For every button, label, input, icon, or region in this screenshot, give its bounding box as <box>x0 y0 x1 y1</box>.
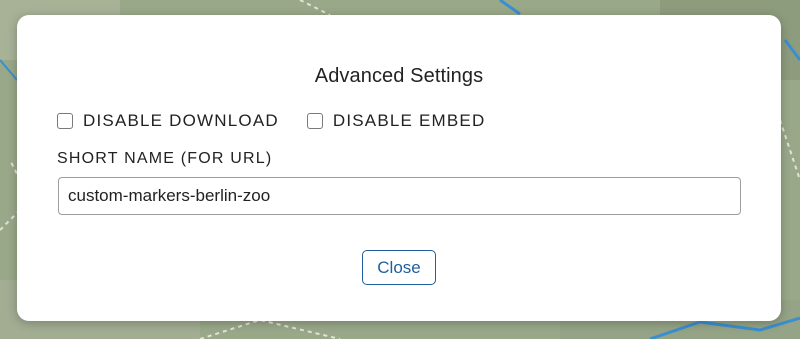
disable-download-option[interactable]: DISABLE DOWNLOAD <box>57 111 279 131</box>
disable-download-label: DISABLE DOWNLOAD <box>83 111 279 130</box>
disable-download-checkbox[interactable] <box>57 113 73 129</box>
disable-embed-label: DISABLE EMBED <box>332 111 486 130</box>
close-button[interactable]: Close <box>362 250 436 285</box>
short-name-input[interactable] <box>58 177 741 215</box>
disable-embed-option[interactable]: DISABLE EMBED <box>306 111 486 131</box>
options-row: DISABLE DOWNLOAD DISABLE EMBED <box>57 109 513 133</box>
advanced-settings-dialog: Advanced Settings DISABLE DOWNLOAD DISAB… <box>17 15 781 321</box>
short-name-label: SHORT NAME (FOR URL) <box>57 150 273 167</box>
disable-embed-checkbox[interactable] <box>306 113 323 129</box>
dialog-title: Advanced Settings <box>314 65 484 87</box>
